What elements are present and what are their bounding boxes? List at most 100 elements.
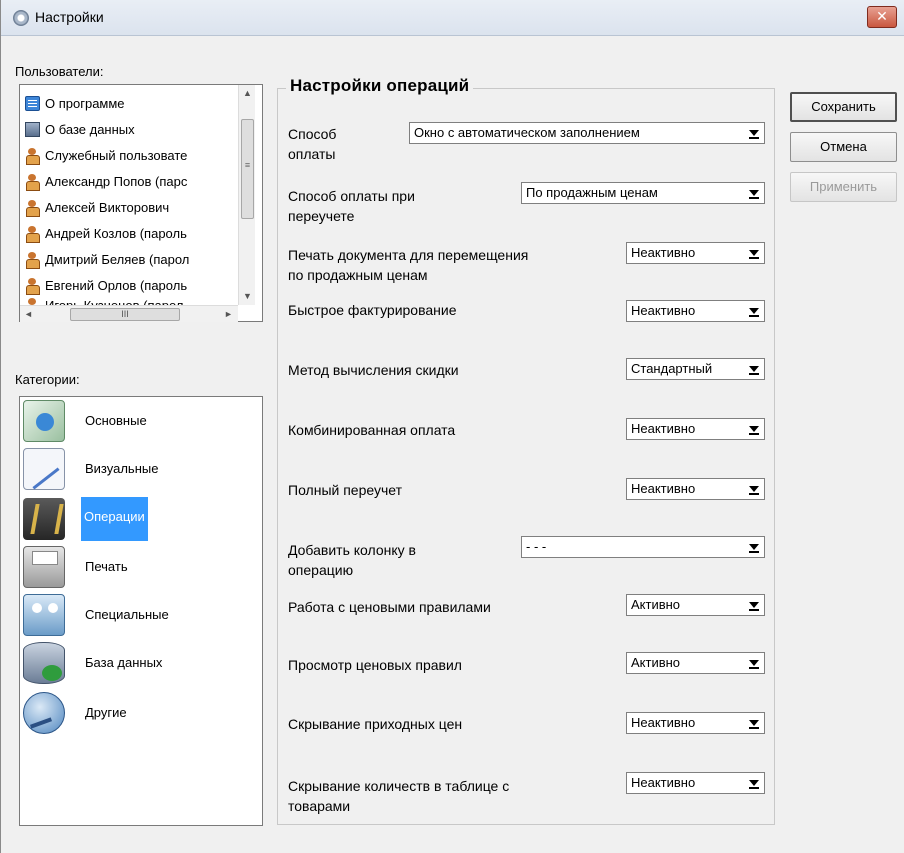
list-item-label: Алексей Викторович <box>45 200 170 215</box>
list-item-about-program[interactable]: О программе <box>25 93 237 115</box>
chevron-down-icon[interactable] <box>744 359 764 379</box>
special-settings-icon <box>23 594 65 636</box>
close-button[interactable]: ✕ <box>867 6 897 28</box>
select-value: - - - <box>526 539 547 554</box>
setting-label-payment-method: Способ оплаты <box>288 126 337 162</box>
window-title: Настройки <box>35 9 104 25</box>
hide-quantities-select[interactable]: Неактивно <box>626 772 765 794</box>
select-value: Стандартный <box>631 361 713 376</box>
list-item-about-database[interactable]: О базе данных <box>25 119 237 141</box>
printer-icon <box>23 546 65 588</box>
setting-label-full-inventory: Полный переучет <box>288 482 403 498</box>
setting-label-inventory-payment: Способ оплаты при переучете <box>288 188 415 224</box>
select-value: По продажным ценам <box>526 185 658 200</box>
horizontal-scrollbar[interactable]: ◄ III ► <box>20 305 238 322</box>
chevron-down-icon[interactable] <box>744 595 764 615</box>
scroll-thumb[interactable]: III <box>70 308 180 321</box>
chevron-down-icon[interactable] <box>744 537 764 557</box>
list-item-label: Дмитрий Беляев (парол <box>45 252 190 267</box>
categories-list[interactable]: Основные Визуальные Операции Печать Спец… <box>19 396 263 826</box>
other-settings-icon <box>23 692 65 734</box>
setting-label-discount-method: Метод вычисления скидки <box>288 362 459 378</box>
select-value: Активно <box>631 655 681 670</box>
list-item-label: Александр Попов (парс <box>45 174 188 189</box>
add-column-select[interactable]: - - - <box>521 536 765 558</box>
scroll-down-icon[interactable]: ▼ <box>239 288 256 305</box>
setting-label-add-column: Добавить колонку в операцию <box>288 542 416 578</box>
category-label: Специальные <box>85 607 169 622</box>
chevron-down-icon[interactable] <box>744 183 764 203</box>
list-item-label: О программе <box>45 96 125 111</box>
chevron-down-icon[interactable] <box>744 123 764 143</box>
select-value: Окно с автоматическом заполнением <box>414 125 640 140</box>
view-price-rules-select[interactable]: Активно <box>626 652 765 674</box>
users-list[interactable]: О программе О базе данных Служебный поль… <box>19 84 263 322</box>
chevron-down-icon[interactable] <box>744 301 764 321</box>
chevron-down-icon[interactable] <box>744 243 764 263</box>
setting-label-fast-invoicing: Быстрое фактурирование <box>288 302 457 318</box>
select-value: Неактивно <box>631 775 696 790</box>
user-icon <box>25 200 40 217</box>
scroll-left-icon[interactable]: ◄ <box>20 306 37 323</box>
list-item-user[interactable]: Александр Попов (парс <box>25 171 237 193</box>
operations-title: Настройки операций <box>286 76 474 96</box>
categories-label: Категории: <box>15 372 80 387</box>
chevron-down-icon[interactable] <box>744 713 764 733</box>
scroll-up-icon[interactable]: ▲ <box>239 85 256 102</box>
setting-label-view-price-rules: Просмотр ценовых правил <box>288 657 462 673</box>
category-label: Другие <box>85 705 127 720</box>
apply-button[interactable]: Применить <box>790 172 897 202</box>
settings-window: Настройки ✕ Пользователи: О программе О … <box>0 0 904 853</box>
list-item-user[interactable]: Алексей Викторович <box>25 197 237 219</box>
list-item-user[interactable]: Евгений Орлов (пароль <box>25 275 237 297</box>
scroll-thumb[interactable]: ≡ <box>241 119 254 219</box>
user-icon <box>25 278 40 295</box>
combined-payment-select[interactable]: Неактивно <box>626 418 765 440</box>
list-item-user[interactable]: Андрей Козлов (пароль <box>25 223 237 245</box>
select-value: Неактивно <box>631 421 696 436</box>
print-transfer-select[interactable]: Неактивно <box>626 242 765 264</box>
inventory-payment-select[interactable]: По продажным ценам <box>521 182 765 204</box>
select-value: Активно <box>631 597 681 612</box>
app-icon <box>25 96 40 111</box>
save-button[interactable]: Сохранить <box>790 92 897 122</box>
select-value: Неактивно <box>631 245 696 260</box>
visual-settings-icon <box>23 448 65 490</box>
settings-gear-icon <box>13 10 29 26</box>
select-value: Неактивно <box>631 303 696 318</box>
user-icon <box>25 174 40 191</box>
vertical-scrollbar[interactable]: ▲ ≡ ▼ <box>238 85 255 305</box>
cancel-button[interactable]: Отмена <box>790 132 897 162</box>
chevron-down-icon[interactable] <box>744 653 764 673</box>
setting-label-hide-purchase-prices: Скрывание приходных цен <box>288 716 463 732</box>
list-item-user[interactable]: Дмитрий Беляев (парол <box>25 249 237 271</box>
discount-method-select[interactable]: Стандартный <box>626 358 765 380</box>
select-value: Неактивно <box>631 481 696 496</box>
category-label: Основные <box>85 413 147 428</box>
chevron-down-icon[interactable] <box>744 773 764 793</box>
title-bar: Настройки ✕ <box>1 0 904 36</box>
price-rules-select[interactable]: Активно <box>626 594 765 616</box>
fast-invoicing-select[interactable]: Неактивно <box>626 300 765 322</box>
operations-icon <box>23 498 65 540</box>
list-item-label: Андрей Козлов (пароль <box>45 226 187 241</box>
setting-label-combined-payment: Комбинированная оплата <box>288 422 456 438</box>
hide-purchase-prices-select[interactable]: Неактивно <box>626 712 765 734</box>
close-icon: ✕ <box>876 8 888 24</box>
setting-label-print-transfer: Печать документа для перемещения по прод… <box>288 247 529 283</box>
chevron-down-icon[interactable] <box>744 479 764 499</box>
user-icon <box>25 226 40 243</box>
scroll-right-icon[interactable]: ► <box>220 306 237 323</box>
basic-settings-icon <box>23 400 65 442</box>
setting-label-price-rules: Работа с ценовыми правилами <box>288 599 491 615</box>
full-inventory-select[interactable]: Неактивно <box>626 478 765 500</box>
category-label: Визуальные <box>85 461 159 476</box>
list-item-label: Служебный пользовате <box>45 148 188 163</box>
select-value: Неактивно <box>631 715 696 730</box>
database-icon <box>25 122 40 137</box>
chevron-down-icon[interactable] <box>744 419 764 439</box>
setting-label-hide-quantities: Скрывание количеств в таблице с товарами <box>288 778 510 814</box>
payment-method-select[interactable]: Окно с автоматическом заполнением <box>409 122 765 144</box>
category-label: База данных <box>85 655 163 670</box>
list-item-user[interactable]: Служебный пользовате <box>25 145 237 167</box>
